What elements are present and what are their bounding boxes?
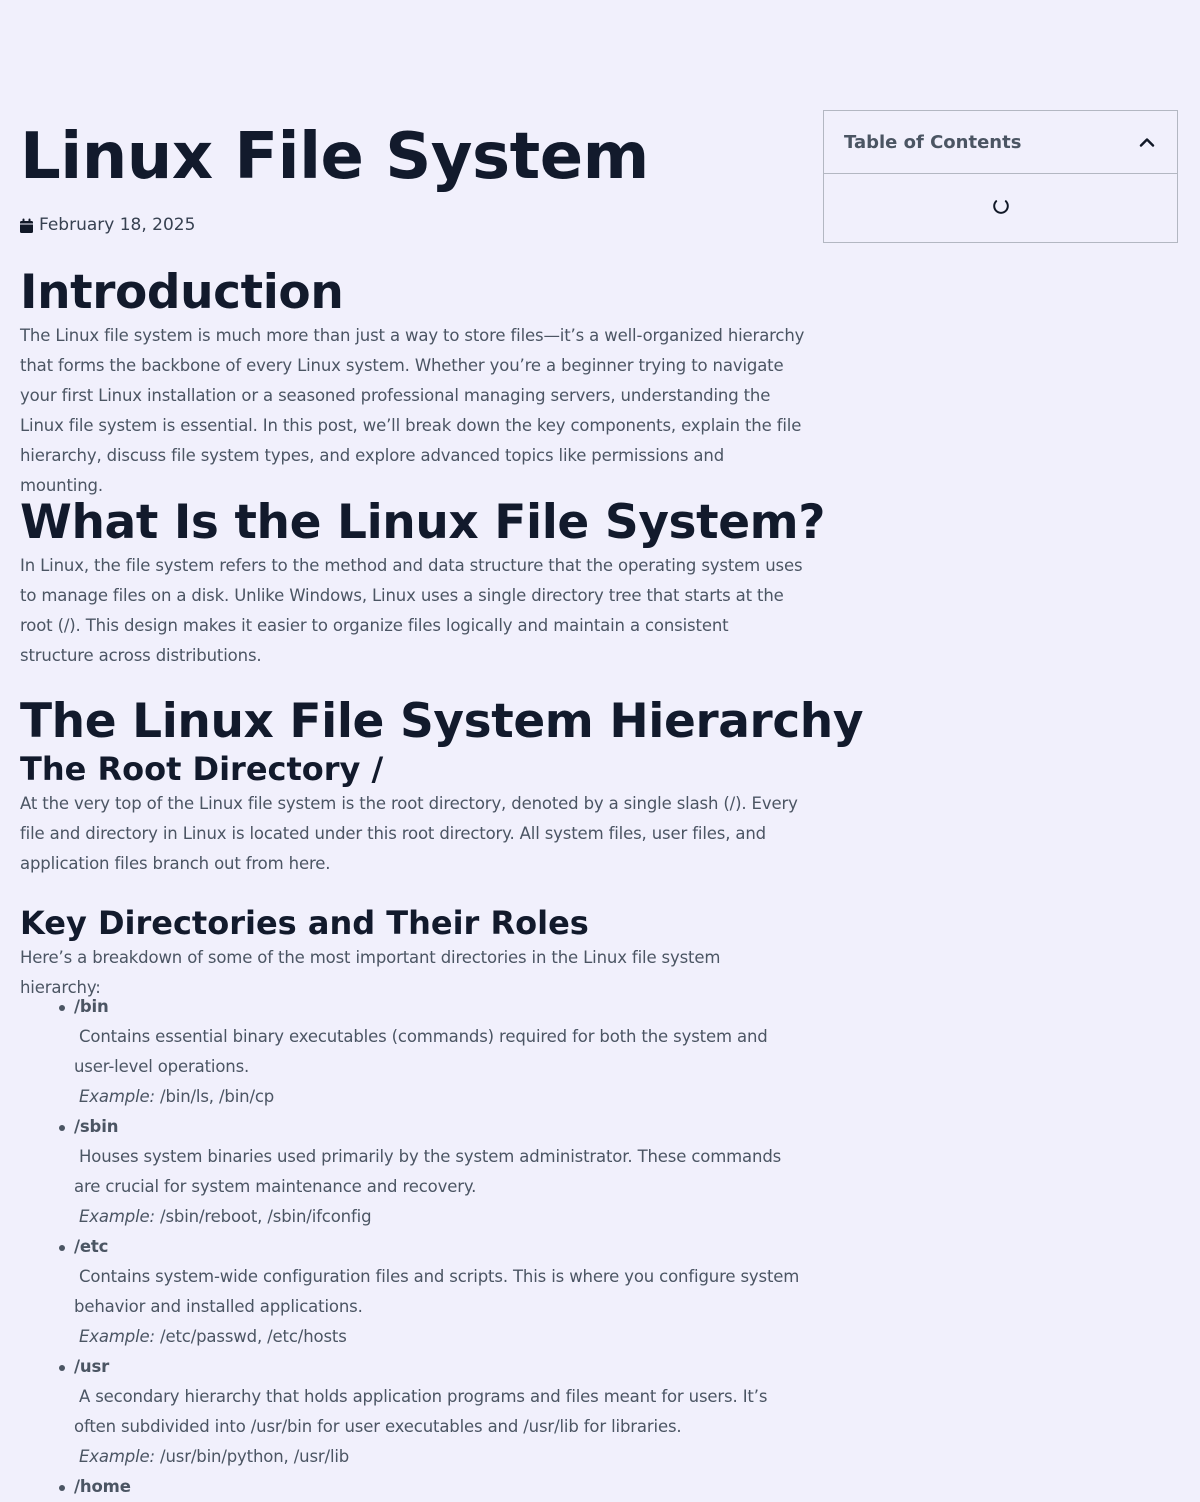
post-date-text: February 18, 2025 (39, 215, 196, 235)
example-value: /sbin/reboot, /sbin/ifconfig (154, 1207, 372, 1226)
example-label: Example: (79, 1447, 155, 1466)
toc-body (824, 174, 1177, 242)
toc-header[interactable]: Table of Contents (824, 111, 1177, 174)
directory-name: /etc (74, 1237, 109, 1256)
directory-name: /sbin (74, 1117, 119, 1136)
directory-description: Contains essential binary executables (c… (74, 1027, 768, 1076)
list-item: /home (59, 1472, 805, 1502)
toc-title: Table of Contents (844, 131, 1022, 153)
heading-what-is: What Is the Linux File System? (20, 495, 826, 550)
example-label: Example: (79, 1207, 155, 1226)
calendar-icon (20, 218, 33, 233)
section-what-is: What Is the Linux File System? In Linux,… (20, 495, 826, 671)
directory-description: Contains system-wide configuration files… (74, 1267, 800, 1316)
directory-name: /home (74, 1477, 131, 1496)
spinner-icon (991, 196, 1011, 220)
heading-hierarchy: The Linux File System Hierarchy (20, 694, 864, 749)
directory-description: A secondary hierarchy that holds applica… (74, 1387, 768, 1436)
directory-example: Example: /sbin/reboot, /sbin/ifconfig (74, 1202, 805, 1232)
intro-paragraph: The Linux file system is much more than … (20, 326, 805, 495)
table-of-contents: Table of Contents (823, 110, 1178, 243)
list-item: /bin Contains essential binary executabl… (59, 992, 805, 1112)
directory-name: /usr (74, 1357, 110, 1376)
directory-list-wrapper: /bin Contains essential binary executabl… (20, 992, 805, 1502)
example-label: Example: (79, 1327, 155, 1346)
section-introduction: Introduction The Linux file system is mu… (20, 265, 805, 501)
example-value: /usr/bin/python, /usr/lib (154, 1447, 350, 1466)
heading-root-directory: The Root Directory / (20, 750, 384, 788)
chevron-up-icon[interactable] (1137, 132, 1157, 152)
section-hierarchy: The Linux File System Hierarchy The Root… (20, 694, 864, 879)
list-item: /etc Contains system-wide configuration … (59, 1232, 805, 1352)
directory-list: /bin Contains essential binary executabl… (20, 992, 805, 1502)
directory-example: Example: /usr/bin/python, /usr/lib (74, 1442, 805, 1472)
directory-example: Example: /etc/passwd, /etc/hosts (74, 1322, 805, 1352)
example-value: /etc/passwd, /etc/hosts (154, 1327, 347, 1346)
directory-example: Example: /bin/ls, /bin/cp (74, 1082, 805, 1112)
post-title: Linux File System (20, 120, 649, 194)
list-item: /sbin Houses system binaries used primar… (59, 1112, 805, 1232)
directory-name: /bin (74, 997, 109, 1016)
example-label: Example: (79, 1087, 155, 1106)
heading-introduction: Introduction (20, 265, 344, 320)
root-paragraph: At the very top of the Linux file system… (20, 794, 798, 873)
post-date: February 18, 2025 (20, 215, 195, 235)
directory-description: Houses system binaries used primarily by… (74, 1147, 782, 1196)
section-key-directories: Key Directories and Their Roles Here’s a… (20, 903, 805, 1003)
example-value: /bin/ls, /bin/cp (154, 1087, 275, 1106)
list-item: /usr A secondary hierarchy that holds ap… (59, 1352, 805, 1472)
what-is-paragraph: In Linux, the file system refers to the … (20, 556, 803, 665)
heading-key-directories: Key Directories and Their Roles (20, 904, 589, 942)
